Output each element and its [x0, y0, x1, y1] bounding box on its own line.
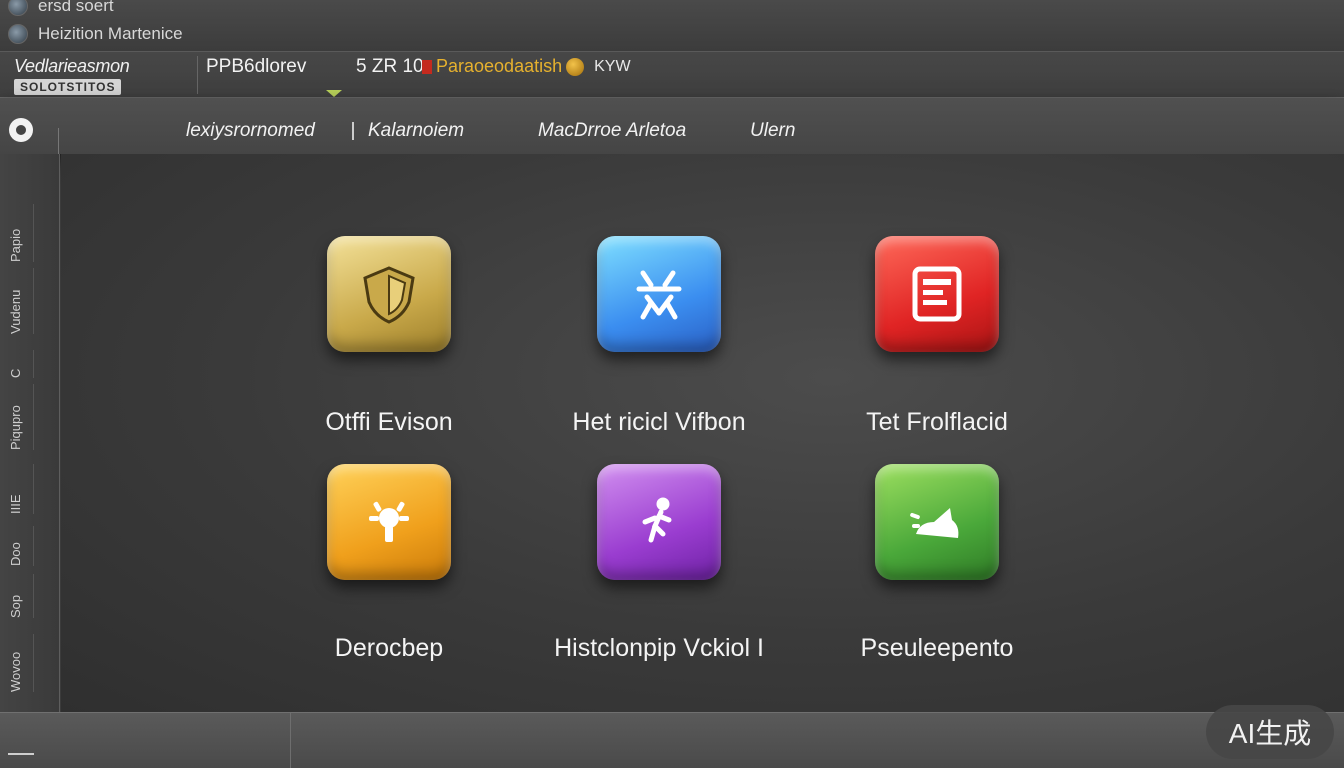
rail-item[interactable]: IIIE: [8, 464, 34, 514]
title-text-2: Heizition Martenice: [38, 24, 183, 43]
tile-label: Otffi Evison: [325, 408, 453, 436]
ai-watermark-badge: AI生成: [1206, 705, 1334, 759]
rail-item[interactable]: Papio: [8, 204, 34, 262]
status-text: Paraoeodaatish: [436, 56, 563, 76]
title-line-2: Heizition Martenice: [8, 24, 183, 44]
rail-item[interactable]: Wovoo: [8, 634, 34, 692]
app-tile[interactable]: Pseuleepento: [817, 464, 1057, 674]
tile-label: Derocbep: [334, 634, 444, 662]
nav-bar: lexiysrornomed Kalarnoiem MacDrroe Arlet…: [0, 98, 1344, 154]
rail-item[interactable]: Piqupro: [8, 384, 34, 450]
tile-icon-button[interactable]: [597, 236, 721, 352]
title-bar: ersd soert Heizition Martenice: [0, 0, 1344, 52]
nav-item-1[interactable]: lexiysrornomed: [186, 120, 315, 142]
tile-label: Pseuleepento: [860, 634, 1014, 662]
tile-icon-button[interactable]: [327, 464, 451, 580]
bell-icon: [369, 501, 409, 542]
toolbar-item-1[interactable]: PPB6dlorev: [206, 56, 306, 78]
brand-badge: SOLOTSTITOS: [14, 79, 122, 95]
toolbar: Vedlarieasmon SOLOTSTITOS PPB6dlorev 5 Z…: [0, 52, 1344, 98]
toolbar-divider: [197, 56, 198, 94]
tile-icon-button[interactable]: [875, 464, 999, 580]
document-icon: [912, 266, 962, 322]
status-area: Paraoeodaatish KYW: [422, 56, 631, 77]
red-flag-icon: [422, 59, 432, 74]
rail-item[interactable]: C: [8, 350, 34, 378]
tile-icon-button[interactable]: [875, 236, 999, 352]
runner-icon: [642, 497, 672, 543]
tile-icon-button[interactable]: [327, 236, 451, 352]
nav-rail-line: [58, 128, 59, 154]
bottom-divider: [290, 713, 291, 768]
caret-down-icon[interactable]: [326, 90, 342, 97]
brand[interactable]: Vedlarieasmon SOLOTSTITOS: [14, 56, 194, 96]
title-line-1: ersd soert: [8, 0, 114, 16]
app-tile[interactable]: Histclonpip Vckiol I: [539, 464, 779, 674]
nav-item-4[interactable]: Ulern: [750, 120, 795, 142]
rail-item[interactable]: Vudenu: [8, 268, 34, 334]
animal-icon: [910, 508, 959, 538]
menu-icon[interactable]: [8, 753, 34, 755]
nav-item-2[interactable]: Kalarnoiem: [368, 120, 464, 142]
nav-item-3[interactable]: MacDrroe Arletoa: [538, 120, 686, 142]
radio-toggle-icon[interactable]: [9, 118, 33, 142]
app-grid: Otffi Evison Het ricicl Vifbon Tet Frolf…: [61, 154, 1344, 712]
app-tile[interactable]: Otffi Evison: [269, 236, 509, 446]
app-tile[interactable]: Tet Frolflacid: [817, 236, 1057, 446]
title-text-1: ersd soert: [38, 0, 114, 15]
app-icon: [8, 0, 28, 16]
tile-label: Tet Frolflacid: [866, 408, 1008, 436]
tile-label: Het ricicl Vifbon: [572, 408, 746, 436]
tile-icon-button[interactable]: [597, 464, 721, 580]
tools-icon: [636, 270, 682, 320]
app-tile[interactable]: Het ricicl Vifbon: [539, 236, 779, 446]
coin-icon: [566, 57, 585, 76]
app-tile[interactable]: Derocbep: [269, 464, 509, 674]
rail-item[interactable]: Doo: [8, 526, 34, 566]
toolbar-item-2[interactable]: 5 ZR 10: [356, 56, 424, 78]
tile-label: Histclonpip Vckiol I: [554, 634, 764, 662]
nav-divider: [352, 122, 354, 140]
window-icon: [8, 24, 28, 44]
shield-icon: [363, 266, 415, 324]
rail-item[interactable]: Sop: [8, 574, 34, 618]
left-rail: Papio Vudenu C Piqupro IIIE Doo Sop Wovo…: [0, 154, 60, 714]
brand-name: Vedlarieasmon: [14, 56, 130, 76]
status-extra: KYW: [594, 57, 631, 75]
bottom-bar: [0, 712, 1344, 768]
